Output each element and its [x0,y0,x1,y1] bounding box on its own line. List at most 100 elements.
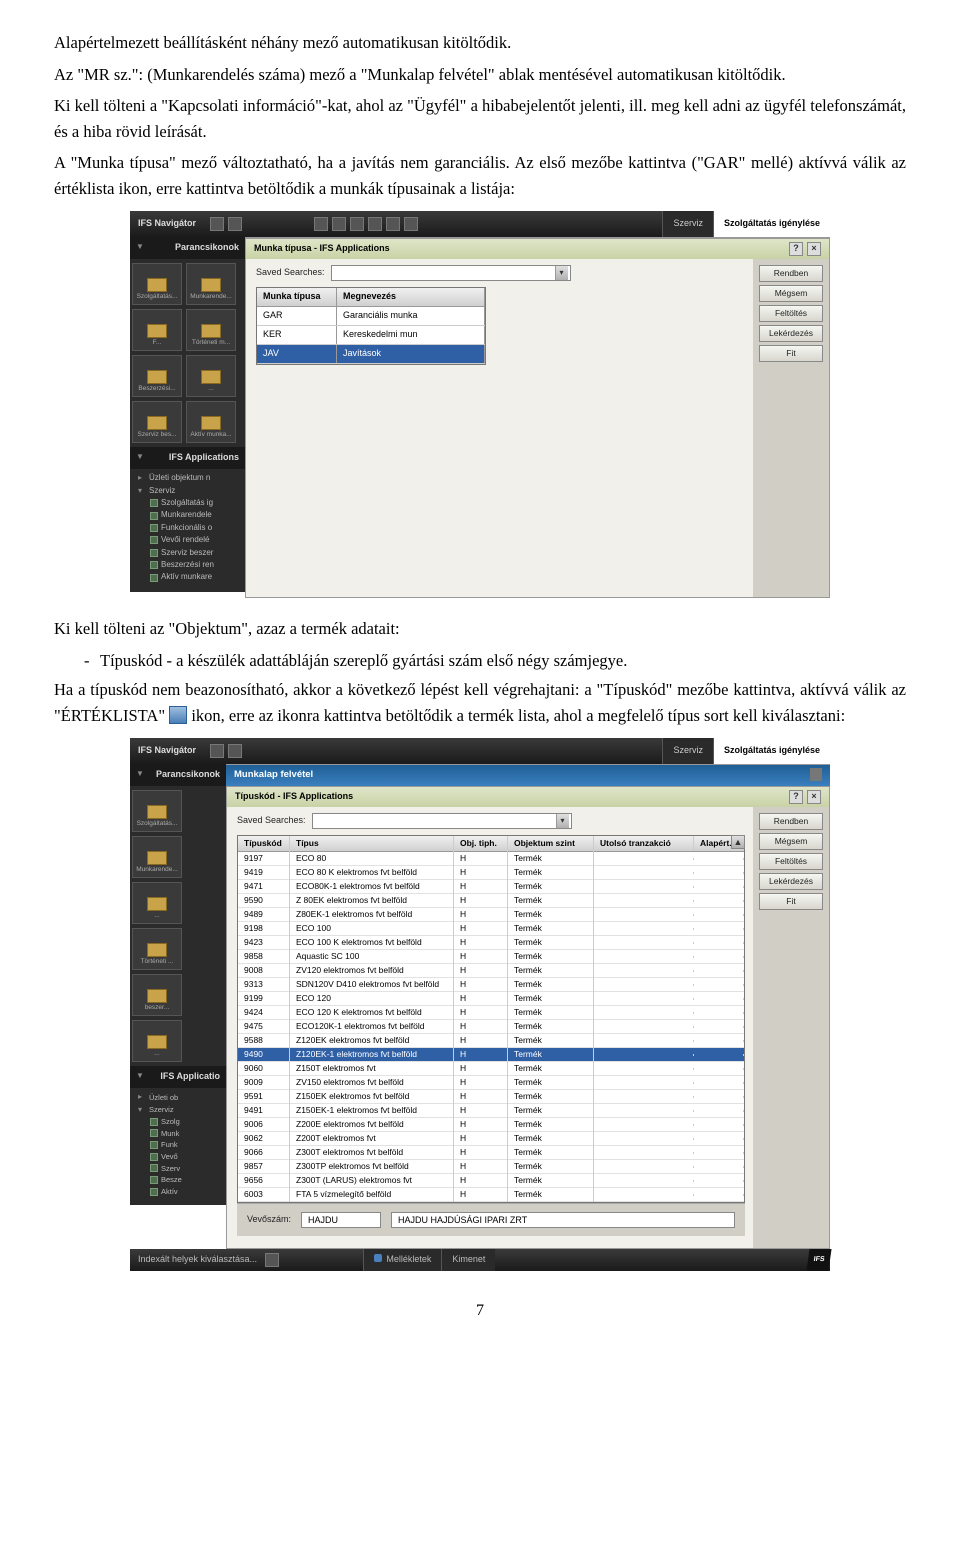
tree-item[interactable]: Szerviz beszer [134,547,241,559]
fit-button[interactable]: Fit [759,345,823,362]
shortcut-tile[interactable]: beszer... [132,974,182,1016]
table-row[interactable]: 9857Z300TP elektromos fvt belföldHTermék [238,1160,744,1174]
table-row[interactable]: 9009ZV150 elektromos fvt belföldHTermék [238,1076,744,1090]
shortcut-tile[interactable]: Aktív munka... [186,401,236,443]
megsem-button[interactable]: Mégsem [759,833,823,850]
table-row[interactable]: GARGaranciális munka [257,307,485,326]
shortcut-tile[interactable]: Történeti ... [132,928,182,970]
grid-icon[interactable] [404,217,418,231]
table-row[interactable]: 9062Z200T elektromos fvtHTermék [238,1132,744,1146]
home-icon[interactable] [386,217,400,231]
table-row[interactable]: 9591Z150EK elektromos fvt belföldHTermék [238,1090,744,1104]
lekerdezes-button[interactable]: Lekérdezés [759,873,823,890]
table-row[interactable]: 9491Z150EK-1 elektromos fvt belföldHTerm… [238,1104,744,1118]
table-row[interactable]: 9590Z 80EK elektromos fvt belföldHTermék [238,894,744,908]
sidebar-section-parancsikonok[interactable]: ▼ Parancsikonok [130,237,245,259]
col-objektum-szint[interactable]: Objektum szint [508,836,594,851]
col-utolso-tranzakcio[interactable]: Utolsó tranzakció [594,836,694,851]
tree-item[interactable]: ▾Szerviz [134,1104,222,1116]
shortcut-tile[interactable]: Szerviz bes... [132,401,182,443]
sidebar-section-ifs-apps[interactable]: ▼ IFS Applications [130,447,245,469]
table-row[interactable]: JAVJavítások [257,345,485,364]
close-icon[interactable]: × [807,790,821,804]
breadcrumb-szerviz[interactable]: Szerviz [662,211,713,237]
saved-searches-combo[interactable] [331,265,571,281]
shortcut-tile[interactable]: ... [132,882,182,924]
shortcut-tile[interactable]: Munkarende... [132,836,182,878]
shortcut-tile[interactable]: ... [132,1020,182,1062]
col-megnevezes[interactable]: Megnevezés [337,288,485,306]
table-row[interactable]: 9313SDN120V D410 elektromos fvt belföldH… [238,978,744,992]
table-row[interactable]: 6003FTA 5 vízmelegítő belföldHTermék [238,1188,744,1202]
tree-item[interactable]: Funkcionális o [134,522,241,534]
shortcut-tile[interactable]: F... [132,309,182,351]
shortcut-tile[interactable]: Szolgáltatás... [132,263,182,305]
help-icon[interactable]: ? [789,242,803,256]
tree-item[interactable]: Besze [134,1174,222,1186]
shortcut-tile[interactable]: Szolgáltatás... [132,790,182,832]
sidebar-section-parancsikonok[interactable]: ▼Parancsikonok [130,764,226,786]
table-row[interactable]: 9471ECO80K-1 elektromos fvt belföldHTerm… [238,880,744,894]
scroll-up-icon[interactable]: ▲ [731,835,745,849]
breadcrumb-igenyles[interactable]: Szolgáltatás igénylése [713,211,830,237]
table-row[interactable]: 9199ECO 120HTermék [238,992,744,1006]
col-obj-tiph[interactable]: Obj. tiph. [454,836,508,851]
table-row[interactable]: 9197ECO 80HTermék [238,852,744,866]
saved-searches-combo[interactable] [312,813,572,829]
table-row[interactable]: 9656Z300T (LARUS) elektromos fvtHTermék [238,1174,744,1188]
resize-icon[interactable] [228,217,242,231]
tree-item[interactable]: Aktív munkare [134,571,241,583]
tab-kimenet[interactable]: Kimenet [441,1249,495,1271]
table-row[interactable]: KERKereskedelmi mun [257,326,485,345]
tree-item[interactable]: Szerv [134,1163,222,1175]
tree-item[interactable]: Vevő [134,1151,222,1163]
table-row[interactable]: 9490Z120EK-1 elektromos fvt belföldHTerm… [238,1048,744,1062]
shortcut-tile[interactable]: Történeti m... [186,309,236,351]
tree-item[interactable]: Vevői rendelé [134,534,241,546]
tree-item[interactable]: Munkarendele [134,509,241,521]
help-icon[interactable]: ? [789,790,803,804]
tree-item[interactable]: Beszerzési ren [134,559,241,571]
shortcut-tile[interactable]: ... [186,355,236,397]
table-row[interactable]: 9419ECO 80 K elektromos fvt belföldHTerm… [238,866,744,880]
resize-icon[interactable] [228,744,242,758]
table-row[interactable]: 9066Z300T elektromos fvt belföldHTermék [238,1146,744,1160]
pin-icon[interactable] [210,217,224,231]
shortcut-tile[interactable]: Beszerzési... [132,355,182,397]
pin-icon[interactable] [210,744,224,758]
table-row[interactable]: 9489Z80EK-1 elektromos fvt belföldHTermé… [238,908,744,922]
tree-item[interactable]: Munk [134,1128,222,1140]
tree-item[interactable]: ▸Üzleti ob [134,1091,222,1103]
table-row[interactable]: 9588Z120EK elektromos fvt belföldHTermék [238,1034,744,1048]
table-row[interactable]: 9198ECO 100HTermék [238,922,744,936]
tree-item[interactable]: Funk [134,1139,222,1151]
rendben-button[interactable]: Rendben [759,813,823,830]
col-munka-tipusa[interactable]: Munka típusa [257,288,337,306]
lekerdezes-button[interactable]: Lekérdezés [759,325,823,342]
sidebar-section-ifs-apps[interactable]: ▼IFS Applicatio [130,1066,226,1088]
feltoltes-button[interactable]: Feltöltés [759,305,823,322]
col-tipus[interactable]: Típus [290,836,454,851]
table-row[interactable]: 9475ECO120K-1 elektromos fvt belföldHTer… [238,1020,744,1034]
table-row[interactable]: 9423ECO 100 K elektromos fvt belföldHTer… [238,936,744,950]
table-row[interactable]: 9006Z200E elektromos fvt belföldHTermék [238,1118,744,1132]
tab-mellekletek[interactable]: Mellékletek [363,1249,441,1271]
tree-item[interactable]: Szolg [134,1116,222,1128]
table-row[interactable]: 9858Aquastic SC 100HTermék [238,950,744,964]
back-icon[interactable] [314,217,328,231]
col-tipuskod[interactable]: Típuskód [238,836,290,851]
tree-item[interactable]: ▸Üzleti objektum n [134,472,241,484]
megsem-button[interactable]: Mégsem [759,285,823,302]
tree-item[interactable]: Szolgáltatás ig [134,497,241,509]
tree-item[interactable]: Aktív [134,1186,222,1198]
table-row[interactable]: 9424ECO 120 K elektromos fvt belföldHTer… [238,1006,744,1020]
indexalt-label[interactable]: Indexált helyek kiválasztása... [138,1253,257,1267]
tool-icon[interactable] [820,768,822,781]
close-icon[interactable] [368,217,382,231]
reload-icon[interactable] [350,217,364,231]
table-row[interactable]: 9060Z150T elektromos fvtHTermék [238,1062,744,1076]
breadcrumb-igenyles[interactable]: Szolgáltatás igénylése [713,738,830,764]
rendben-button[interactable]: Rendben [759,265,823,282]
tree-item[interactable]: ▾Szerviz [134,485,241,497]
fwd-icon[interactable] [332,217,346,231]
